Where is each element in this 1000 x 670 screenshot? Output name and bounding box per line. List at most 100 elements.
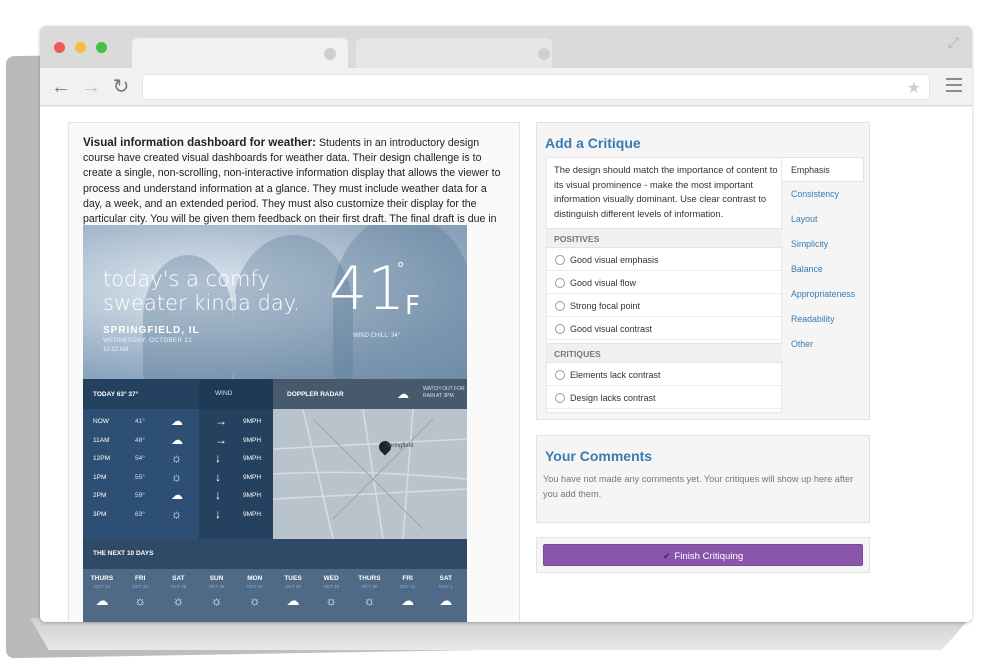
weather-icon: ☁ (171, 488, 183, 502)
category-list: Emphasis Consistency Layout Simplicity Balan… (782, 157, 864, 357)
weather-icon: ☁ (286, 593, 300, 608)
mockup-doppler-label: DOPPLER RADAR (287, 391, 344, 398)
wind-arrow-icon: → (215, 432, 227, 447)
forecast-day: SUN OCT 26 ☼ (198, 575, 236, 608)
maximize-window-button[interactable] (96, 42, 107, 53)
add-critique-panel: Add a Critique The design should match t… (536, 122, 870, 420)
forward-arrow-icon[interactable]: → (80, 76, 102, 98)
mockup-temperature: 41 (329, 254, 406, 324)
weather-icon: ☼ (363, 593, 376, 608)
mockup-today-label: TODAY 63° 37° (93, 391, 139, 398)
weather-icon: ☼ (171, 451, 182, 465)
address-bar[interactable]: ★ (142, 74, 930, 100)
weather-icon: ☼ (171, 469, 182, 484)
weather-icon: ☼ (248, 593, 261, 608)
critiques-header: CRITIQUES (547, 343, 783, 363)
weather-icon: ☁ (171, 414, 183, 428)
weather-icon: ☁ (95, 593, 109, 608)
fullscreen-icon[interactable]: ⤢ (948, 34, 964, 50)
mockup-unit: F (405, 291, 420, 321)
tab-close-icon[interactable] (324, 48, 336, 60)
comments-title: Your Comments (545, 448, 653, 464)
option-label: Good visual emphasis (570, 255, 659, 265)
category-balance[interactable]: Balance (782, 257, 864, 282)
checkmark-icon: ✔ (662, 551, 671, 561)
cloud-icon: ☁ (397, 387, 409, 401)
positive-option[interactable]: Good visual emphasis (547, 249, 783, 271)
mockup-ten-day: THE NEXT 10 DAYS THURS OCT 23 ☁ FRI OCT 24 ☼ S… (83, 539, 467, 622)
hourly-row: 2PM 59° ☁ ↓ 9MPH (93, 488, 262, 502)
option-label: Elements lack contrast (570, 370, 661, 380)
comments-panel: Your Comments You have not made any comm… (536, 435, 870, 523)
page-content: Visual information dashboard for weather… (40, 107, 972, 622)
mockup-wind-chill: WIND CHILL: 34° (353, 333, 401, 339)
radio-button[interactable] (555, 255, 565, 265)
assignment-title: Visual information dashboard for weather… (83, 136, 316, 149)
weather-icon: ☼ (171, 506, 182, 521)
category-readability[interactable]: Readability (782, 307, 864, 332)
option-label: Strong focal point (570, 301, 641, 311)
finish-panel: ✔ Finish Critiquing (536, 537, 870, 573)
critique-options-box: The design should match the importance o… (546, 157, 783, 413)
radio-button[interactable] (555, 278, 565, 288)
bookmark-star-icon[interactable]: ★ (907, 78, 921, 98)
forecast-day: SAT NOV 1 ☁ (427, 575, 465, 609)
radio-button[interactable] (555, 393, 565, 403)
category-emphasis[interactable]: Emphasis (782, 157, 864, 182)
browser-tab-inactive[interactable] (356, 38, 552, 68)
forecast-day: THURS OCT 23 ☁ (83, 575, 121, 609)
option-label: Design lacks contrast (570, 393, 656, 403)
weather-icon: ☼ (210, 593, 223, 608)
weather-icon: ☼ (172, 593, 185, 608)
add-critique-title: Add a Critique (545, 135, 641, 151)
category-layout[interactable]: Layout (782, 207, 864, 232)
browser-window: ⤢ ← → ↻ ★ Visual information dashboard f… (40, 26, 972, 622)
radio-button[interactable] (555, 301, 565, 311)
weather-icon: ☁ (439, 593, 453, 608)
menu-icon[interactable] (946, 78, 962, 92)
weather-icon: ☁ (171, 432, 183, 447)
category-other[interactable]: Other (782, 332, 864, 357)
back-arrow-icon[interactable]: ← (50, 76, 72, 98)
wind-arrow-icon: ↓ (215, 469, 221, 484)
hourly-row: 1PM 55° ☼ ↓ 9MPH (93, 469, 262, 484)
radio-button[interactable] (555, 370, 565, 380)
radio-button[interactable] (555, 324, 565, 334)
positive-option[interactable]: Good visual flow (547, 272, 783, 294)
mockup-map-city: Springfield (385, 443, 414, 449)
category-simplicity[interactable]: Simplicity (782, 232, 864, 257)
wind-arrow-icon: ↓ (215, 488, 221, 502)
option-label: Good visual flow (570, 278, 637, 288)
mockup-tagline: today's a comfy sweater kinda day. (103, 267, 300, 315)
browser-tab-active[interactable] (132, 38, 348, 68)
critique-description: The design should match the importance o… (554, 164, 778, 219)
critique-option[interactable]: Design lacks contrast (547, 387, 783, 409)
mockup-date: WEDNESDAY, OCTOBER 22 (103, 338, 193, 344)
option-label: Good visual contrast (570, 324, 653, 334)
mockup-wind-label: WIND (215, 390, 233, 397)
wind-arrow-icon: → (215, 414, 227, 428)
forecast-day: WED OCT 29 ☼ (312, 575, 350, 608)
title-bar: ⤢ (40, 26, 972, 68)
critique-option[interactable]: Elements lack contrast (547, 364, 783, 386)
category-consistency[interactable]: Consistency (782, 182, 864, 207)
positive-option[interactable]: Strong focal point (547, 295, 783, 317)
design-mockup-image: today's a comfy sweater kinda day. SPRIN… (83, 225, 467, 622)
wind-arrow-icon: ↓ (215, 451, 221, 465)
forecast-day: SAT OCT 25 ☼ (159, 575, 197, 608)
minimize-window-button[interactable] (75, 42, 86, 53)
wind-arrow-icon: ↓ (215, 506, 221, 521)
reload-icon[interactable]: ↻ (110, 76, 132, 98)
hourly-row: 3PM 63° ☼ ↓ 9MPH (93, 506, 262, 521)
positive-option[interactable]: Good visual contrast (547, 318, 783, 340)
finish-critiquing-button[interactable]: ✔ Finish Critiquing (543, 544, 863, 566)
close-window-button[interactable] (54, 42, 65, 53)
tab-close-icon[interactable] (538, 48, 550, 60)
category-appropriateness[interactable]: Appropriateness (782, 282, 864, 307)
mockup-degree: ° (397, 259, 405, 279)
browser-toolbar: ← → ↻ ★ (40, 68, 972, 106)
mockup-time: 10:12 AM (103, 347, 129, 353)
weather-icon: ☼ (134, 593, 147, 608)
hourly-row: NOW 41° ☁ → 9MPH (93, 414, 262, 428)
mockup-watch-note: WATCH OUT FOR RAIN AT 3PM (423, 386, 465, 399)
